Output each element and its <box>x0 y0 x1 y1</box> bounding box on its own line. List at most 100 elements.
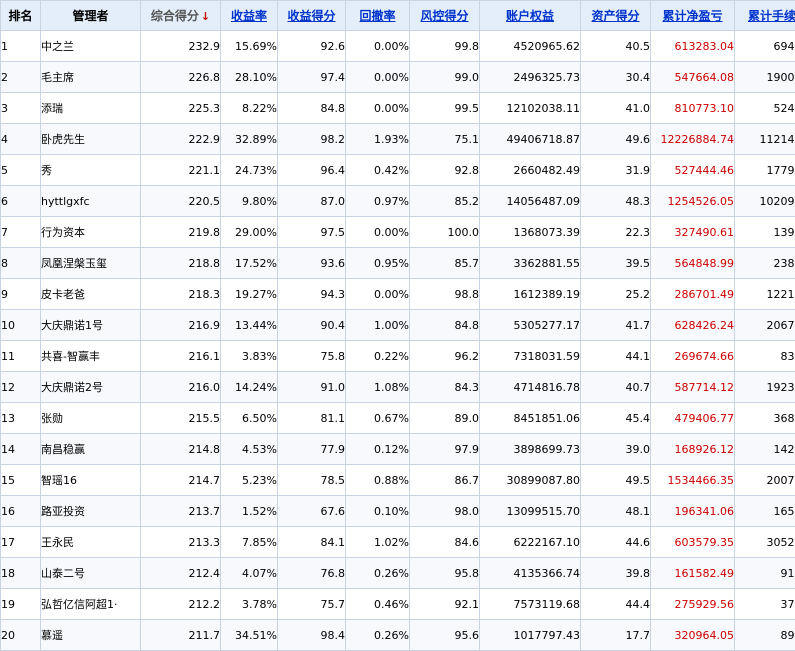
cell-manager-name: 南昌稳赢 <box>41 434 141 465</box>
cell-composite-score: 212.2 <box>141 589 221 620</box>
cell-manager-name: hyttlgxfc <box>41 186 141 217</box>
header-equity-link[interactable]: 账户权益 <box>506 9 554 23</box>
cell-return-rate: 3.83% <box>221 341 278 372</box>
cell-manager-name: 中之兰 <box>41 31 141 62</box>
cell-return-rate: 9.80% <box>221 186 278 217</box>
cell-drawdown: 0.88% <box>346 465 410 496</box>
cell-fees: 835.34 <box>735 341 795 372</box>
cell-net-profit: 196341.06 <box>651 496 735 527</box>
header-net-profit-link[interactable]: 累计净盈亏 <box>662 9 722 23</box>
cell-manager-name: 王永民 <box>41 527 141 558</box>
cell-manager-name: 卧虎先生 <box>41 124 141 155</box>
cell-equity: 6222167.10 <box>480 527 581 558</box>
cell-drawdown: 0.00% <box>346 217 410 248</box>
cell-return-rate: 3.78% <box>221 589 278 620</box>
cell-rank: 20 <box>1 620 41 651</box>
table-row: 13张勋215.56.50%81.10.67%89.08451851.0645.… <box>1 403 795 434</box>
cell-return-score: 96.4 <box>278 155 346 186</box>
header-risk-score-link[interactable]: 风控得分 <box>420 9 468 23</box>
cell-return-rate: 14.24% <box>221 372 278 403</box>
header-equity[interactable]: 账户权益 <box>480 1 581 31</box>
cell-composite-score: 211.7 <box>141 620 221 651</box>
cell-risk-score: 85.7 <box>410 248 480 279</box>
header-composite-score[interactable]: 综合得分↓ <box>141 1 221 31</box>
cell-net-profit: 613283.04 <box>651 31 735 62</box>
header-return-rate-link[interactable]: 收益率 <box>231 9 267 23</box>
cell-rank: 16 <box>1 496 41 527</box>
cell-risk-score: 89.0 <box>410 403 480 434</box>
cell-rank: 19 <box>1 589 41 620</box>
cell-risk-score: 96.2 <box>410 341 480 372</box>
cell-fees: 1658.94 <box>735 496 795 527</box>
cell-asset-score: 39.8 <box>581 558 651 589</box>
cell-net-profit: 12226884.74 <box>651 124 735 155</box>
cell-fees: 5246.90 <box>735 93 795 124</box>
cell-composite-score: 219.8 <box>141 217 221 248</box>
cell-return-score: 84.8 <box>278 93 346 124</box>
cell-equity: 13099515.70 <box>480 496 581 527</box>
cell-fees: 6946.96 <box>735 31 795 62</box>
cell-manager-name: 路亚投资 <box>41 496 141 527</box>
cell-fees: 1394.39 <box>735 217 795 248</box>
cell-risk-score: 84.6 <box>410 527 480 558</box>
cell-drawdown: 0.67% <box>346 403 410 434</box>
cell-composite-score: 232.9 <box>141 31 221 62</box>
cell-return-rate: 1.52% <box>221 496 278 527</box>
cell-asset-score: 31.9 <box>581 155 651 186</box>
cell-composite-score: 216.1 <box>141 341 221 372</box>
header-manager: 管理者 <box>41 1 141 31</box>
cell-rank: 6 <box>1 186 41 217</box>
cell-composite-score: 225.3 <box>141 93 221 124</box>
header-drawdown[interactable]: 回撤率 <box>346 1 410 31</box>
table-row: 7行为资本219.829.00%97.50.00%100.01368073.39… <box>1 217 795 248</box>
cell-fees: 19000.92 <box>735 62 795 93</box>
table-row: 4卧虎先生222.932.89%98.21.93%75.149406718.87… <box>1 124 795 155</box>
header-fees-link[interactable]: 累计手续费 <box>748 9 795 23</box>
header-risk-score[interactable]: 风控得分 <box>410 1 480 31</box>
cell-rank: 13 <box>1 403 41 434</box>
header-drawdown-link[interactable]: 回撤率 <box>359 9 395 23</box>
cell-composite-score: 218.8 <box>141 248 221 279</box>
table-row: 1中之兰232.915.69%92.60.00%99.84520965.6240… <box>1 31 795 62</box>
cell-drawdown: 0.00% <box>346 62 410 93</box>
cell-asset-score: 44.4 <box>581 589 651 620</box>
cell-risk-score: 99.0 <box>410 62 480 93</box>
table-row: 11共喜-智赢丰216.13.83%75.80.22%96.27318031.5… <box>1 341 795 372</box>
cell-drawdown: 0.97% <box>346 186 410 217</box>
cell-fees: 895.95 <box>735 620 795 651</box>
cell-rank: 15 <box>1 465 41 496</box>
cell-net-profit: 587714.12 <box>651 372 735 403</box>
cell-composite-score: 214.8 <box>141 434 221 465</box>
table-header: 排名 管理者 综合得分↓ 收益率 收益得分 回撤率 风控得分 账户权益 资产得分… <box>1 1 795 31</box>
header-return-rate[interactable]: 收益率 <box>221 1 278 31</box>
table-row: 18山泰二号212.44.07%76.80.26%95.84135366.743… <box>1 558 795 589</box>
header-fees[interactable]: 累计手续费 <box>735 1 795 31</box>
header-net-profit[interactable]: 累计净盈亏 <box>651 1 735 31</box>
cell-manager-name: 大庆鼎诺1号 <box>41 310 141 341</box>
cell-risk-score: 99.5 <box>410 93 480 124</box>
cell-asset-score: 40.7 <box>581 372 651 403</box>
cell-net-profit: 275929.56 <box>651 589 735 620</box>
cell-return-score: 97.4 <box>278 62 346 93</box>
cell-composite-score: 212.4 <box>141 558 221 589</box>
cell-return-rate: 32.89% <box>221 124 278 155</box>
cell-equity: 30899087.80 <box>480 465 581 496</box>
header-return-score[interactable]: 收益得分 <box>278 1 346 31</box>
cell-rank: 8 <box>1 248 41 279</box>
cell-equity: 5305277.17 <box>480 310 581 341</box>
cell-risk-score: 92.8 <box>410 155 480 186</box>
cell-asset-score: 44.1 <box>581 341 651 372</box>
header-return-score-link[interactable]: 收益得分 <box>287 9 335 23</box>
cell-net-profit: 1254526.05 <box>651 186 735 217</box>
cell-equity: 14056487.09 <box>480 186 581 217</box>
cell-drawdown: 0.42% <box>346 155 410 186</box>
cell-risk-score: 75.1 <box>410 124 480 155</box>
cell-manager-name: 皮卡老爸 <box>41 279 141 310</box>
cell-rank: 10 <box>1 310 41 341</box>
header-asset-score-link[interactable]: 资产得分 <box>591 9 639 23</box>
cell-return-rate: 28.10% <box>221 62 278 93</box>
cell-net-profit: 527444.46 <box>651 155 735 186</box>
cell-return-rate: 6.50% <box>221 403 278 434</box>
cell-return-score: 91.0 <box>278 372 346 403</box>
header-asset-score[interactable]: 资产得分 <box>581 1 651 31</box>
